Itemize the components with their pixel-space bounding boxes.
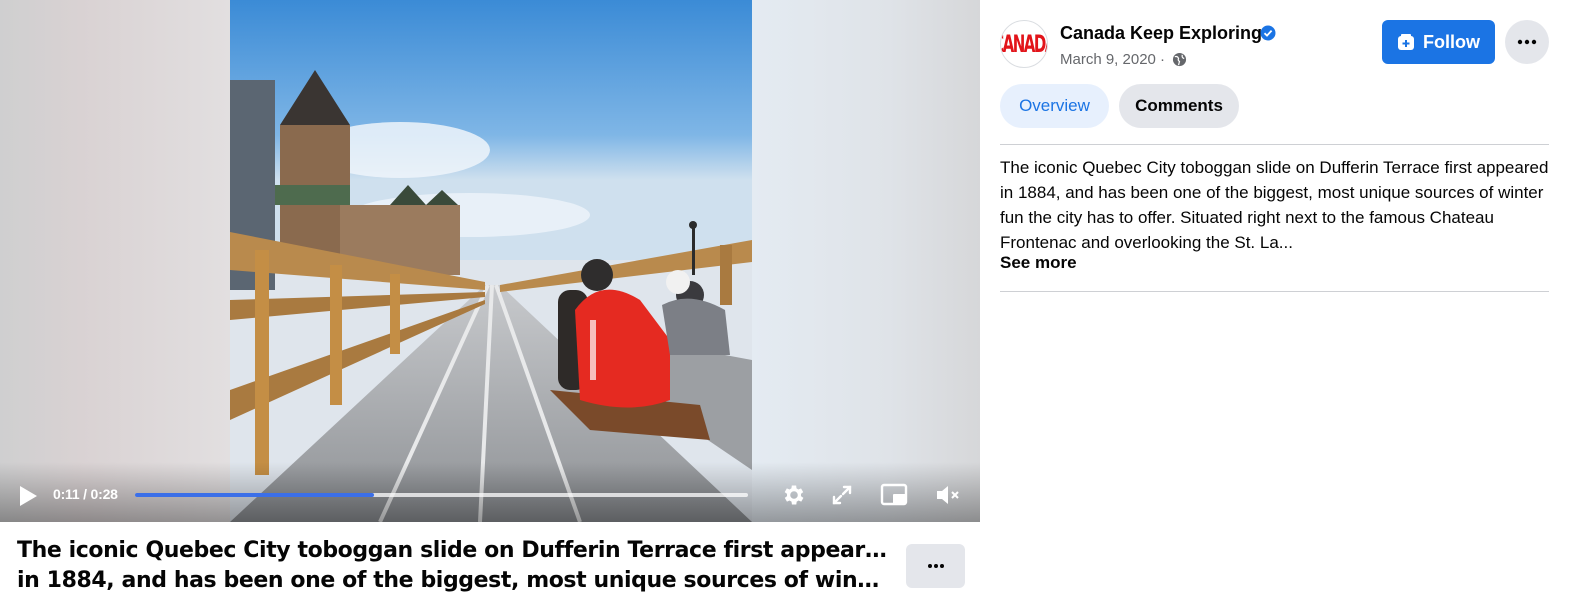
play-icon: [20, 486, 37, 506]
video-blur-background-right: [752, 0, 980, 522]
expand-icon: [832, 485, 852, 505]
tab-comments-label: Comments: [1135, 96, 1223, 115]
tab-overview[interactable]: Overview: [1000, 84, 1109, 128]
post-date[interactable]: March 9, 2020 ·: [1060, 51, 1165, 68]
video-frame[interactable]: [230, 0, 752, 522]
picture-in-picture-icon: [880, 483, 908, 506]
divider-bottom: [1000, 291, 1549, 292]
globe-icon: [1172, 52, 1187, 67]
video-time: 0:11 / 0:28: [53, 486, 118, 502]
more-dots-icon: [927, 564, 944, 568]
follow-page-icon: [1398, 34, 1414, 50]
see-more-link[interactable]: See more: [1000, 253, 1077, 273]
post-description: The iconic Quebec City toboggan slide on…: [1000, 158, 1549, 252]
caption-line-2: in 1884, and has been one of the biggest…: [17, 568, 887, 593]
video-caption: The iconic Quebec City toboggan slide on…: [17, 536, 887, 596]
page-name[interactable]: Canada Keep Exploring: [1060, 23, 1262, 44]
gear-icon: [784, 485, 804, 505]
divider-top: [1000, 144, 1549, 145]
volume-muted-icon: [937, 486, 959, 504]
caption-more-button[interactable]: [906, 544, 965, 588]
settings-button[interactable]: [780, 481, 808, 509]
mute-button[interactable]: [932, 481, 964, 509]
progress-bar-fill: [135, 493, 375, 497]
follow-label: Follow: [1423, 31, 1480, 52]
video-player[interactable]: 0:11 / 0:28: [0, 0, 980, 522]
verified-badge-icon: [1260, 25, 1276, 41]
tab-overview-label: Overview: [1019, 96, 1090, 115]
caption-line-1: The iconic Quebec City toboggan slide on…: [17, 538, 887, 563]
progress-bar[interactable]: [135, 493, 748, 497]
canada-logo: CANADA: [1001, 29, 1047, 59]
follow-button[interactable]: Follow: [1382, 20, 1495, 64]
picture-in-picture-button[interactable]: [878, 481, 910, 509]
page-avatar[interactable]: CANADA: [1000, 20, 1048, 68]
more-dots-icon: [1517, 39, 1537, 45]
more-options-button[interactable]: [1505, 20, 1549, 64]
tab-comments[interactable]: Comments: [1119, 84, 1239, 128]
play-button[interactable]: [14, 482, 42, 510]
fullscreen-button[interactable]: [828, 481, 856, 509]
video-blur-background-left: [0, 0, 230, 522]
